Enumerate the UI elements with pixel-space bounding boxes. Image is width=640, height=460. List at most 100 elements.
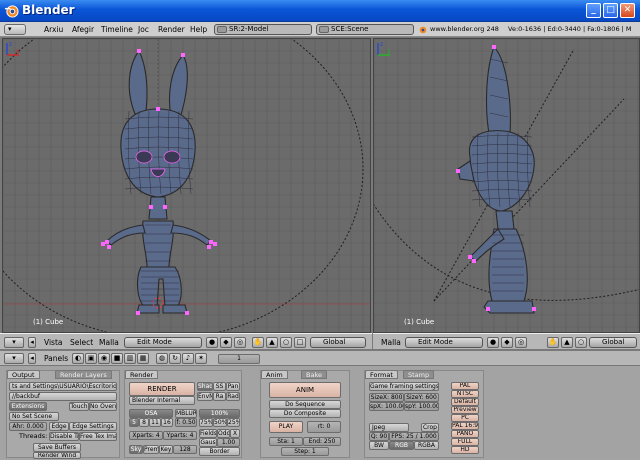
osa-16-button[interactable]: 16 — [161, 418, 173, 427]
do-composite-button[interactable]: Do Composite — [269, 409, 341, 418]
editing-icon[interactable]: ▥ — [124, 353, 136, 364]
quality-field[interactable]: Q: 90 — [369, 432, 389, 441]
menu-afegir[interactable]: Afegir — [72, 24, 94, 35]
bw-button[interactable]: BW — [369, 441, 389, 450]
x-button[interactable]: X — [230, 429, 240, 438]
tab-anim[interactable]: Anim — [261, 370, 288, 379]
menu-select[interactable]: Select — [70, 337, 93, 348]
tab-render[interactable]: Render — [125, 370, 159, 379]
preset-ntsc-button[interactable]: NTSC — [451, 390, 479, 398]
game-framing-settings-button[interactable]: Game framing settings — [369, 382, 439, 391]
preset-pano-button[interactable]: PANO — [451, 430, 479, 438]
menu-malla[interactable]: Malla — [381, 337, 401, 348]
maximize-icon[interactable]: □ — [603, 3, 618, 18]
crop-button[interactable]: Crop — [421, 423, 439, 432]
hand-icon[interactable]: ✋ — [252, 337, 264, 348]
menu-help[interactable]: Help — [190, 24, 207, 35]
yparts-field[interactable]: Yparts: 4 — [163, 431, 197, 440]
shadow-button[interactable]: Shad — [197, 382, 213, 391]
sizex-field[interactable]: SizeX: 800 — [369, 393, 404, 402]
fps-field[interactable]: FPS: 25 / 1.000 — [389, 432, 439, 441]
minimize-icon[interactable]: _ — [586, 3, 601, 18]
manipulator-icon[interactable]: ◎ — [234, 337, 246, 348]
preset-pal-button[interactable]: PAL — [451, 382, 479, 390]
anim-button[interactable]: ANIM — [269, 382, 341, 398]
sky-button[interactable]: Sky — [129, 445, 143, 454]
pan-button[interactable]: Pan — [226, 382, 240, 391]
tab-format[interactable]: Format — [365, 370, 398, 379]
premul-button[interactable]: Prem — [143, 445, 159, 454]
tab-render-layers[interactable]: Render Layers — [55, 370, 112, 379]
touch-button[interactable]: Touch — [69, 402, 89, 411]
translate-icon[interactable]: ▲ — [266, 337, 278, 348]
rgba-button[interactable]: RGBA — [414, 441, 439, 450]
front-view-canvas[interactable] — [3, 39, 371, 333]
translate-icon[interactable]: ▲ — [561, 337, 573, 348]
ss-button[interactable]: SS — [213, 382, 226, 391]
gauss-selector[interactable]: Gaus — [199, 438, 217, 447]
script-icon[interactable]: ▣ — [85, 353, 97, 364]
aspy-field[interactable]: spY: 100.00 — [404, 402, 439, 411]
pivot-icon[interactable]: ◆ — [501, 337, 513, 348]
file-format-selector[interactable]: Jpeg — [369, 423, 409, 432]
render-engine-selector[interactable]: Blender Internal — [129, 396, 195, 405]
osa-button[interactable]: OSA — [129, 409, 173, 418]
resolution-25-button[interactable]: 25% — [227, 418, 240, 427]
border-button[interactable]: Border — [199, 447, 240, 456]
render-button[interactable]: RENDER — [129, 382, 195, 396]
raytrace-button[interactable]: Ra — [213, 392, 226, 401]
preset-pc-button[interactable]: PC — [451, 414, 479, 422]
render-icon[interactable]: ◍ — [156, 353, 168, 364]
mblur-factor-field[interactable]: f: 0.50 — [175, 418, 197, 427]
mblur-button[interactable]: MBLUR — [175, 409, 197, 418]
step-field[interactable]: Step: 1 — [281, 447, 329, 456]
collapse-icon[interactable]: ◂ — [28, 337, 36, 348]
backbuf-path-field[interactable]: //backbuf — [9, 392, 117, 401]
no-set-scene-button[interactable]: No Set Scene — [9, 412, 59, 421]
close-icon[interactable]: ✕ — [620, 3, 635, 18]
radiosity-button[interactable]: Rad — [226, 392, 240, 401]
orientation-selector[interactable]: Global — [589, 337, 637, 348]
menu-timeline[interactable]: Timeline — [101, 24, 133, 35]
sizey-field[interactable]: SizeY: 600 — [404, 393, 439, 402]
orientation-selector[interactable]: Global — [310, 337, 366, 348]
key-button[interactable]: Key — [159, 445, 173, 454]
menu-render[interactable]: Render — [158, 24, 185, 35]
edge-settings-button[interactable]: Edge Settings — [69, 422, 117, 431]
logic-icon[interactable]: ◐ — [72, 353, 84, 364]
tab-bake[interactable]: Bake — [301, 370, 327, 379]
aspx-field[interactable]: spX: 100.00 — [369, 402, 404, 411]
menu-malla[interactable]: Malla — [99, 337, 119, 348]
world-icon[interactable]: ✶ — [195, 353, 207, 364]
mode-selector[interactable]: Edit Mode — [124, 337, 202, 348]
viewport-side[interactable]: zy (1) Cube — [373, 38, 640, 333]
osa-5-button[interactable]: 5 — [129, 418, 139, 427]
no-overwrite-button[interactable]: No Overwr — [89, 402, 117, 411]
key-value-field[interactable]: 128 — [173, 445, 197, 454]
extensions-button[interactable]: Extensions — [9, 402, 47, 411]
menu-vista[interactable]: Vista — [44, 337, 63, 348]
collapse-icon[interactable]: ◂ — [28, 353, 36, 364]
envmap-button[interactable]: EnvM — [197, 392, 213, 401]
save-buffers-button[interactable]: Save Buffers — [33, 443, 81, 452]
draw-type-icon[interactable]: ● — [206, 337, 218, 348]
odd-button[interactable]: Odd — [217, 429, 230, 438]
disable-tr-button[interactable]: Disable Tr — [49, 432, 79, 441]
menu-panels[interactable]: Panels — [44, 353, 68, 364]
output-path-field[interactable]: ts and Settings\USUARIO\Escritorio\ — [9, 382, 117, 391]
viewport-front[interactable]: zx (1) Cube — [2, 38, 371, 333]
editor-type-icon[interactable]: ▾ — [4, 337, 24, 348]
shading-icon[interactable]: ◉ — [98, 353, 110, 364]
render-window-selector[interactable]: Render Wind — [33, 452, 81, 459]
resolution-50-button[interactable]: 50% — [213, 418, 227, 427]
scale-icon[interactable]: □ — [294, 337, 306, 348]
side-view-canvas[interactable] — [374, 39, 640, 333]
manipulator-icon[interactable]: ◎ — [515, 337, 527, 348]
rt-field[interactable]: rt: 0 — [307, 421, 341, 433]
resolution-100-button[interactable]: 100% — [199, 409, 240, 418]
pivot-icon[interactable]: ◆ — [220, 337, 232, 348]
free-tex-images-button[interactable]: Free Tex Ima — [79, 432, 117, 441]
editor-type-icon[interactable]: ▾ — [4, 353, 24, 364]
preset-full-button[interactable]: FULL — [451, 438, 479, 446]
preset-preview-button[interactable]: Preview — [451, 406, 479, 414]
